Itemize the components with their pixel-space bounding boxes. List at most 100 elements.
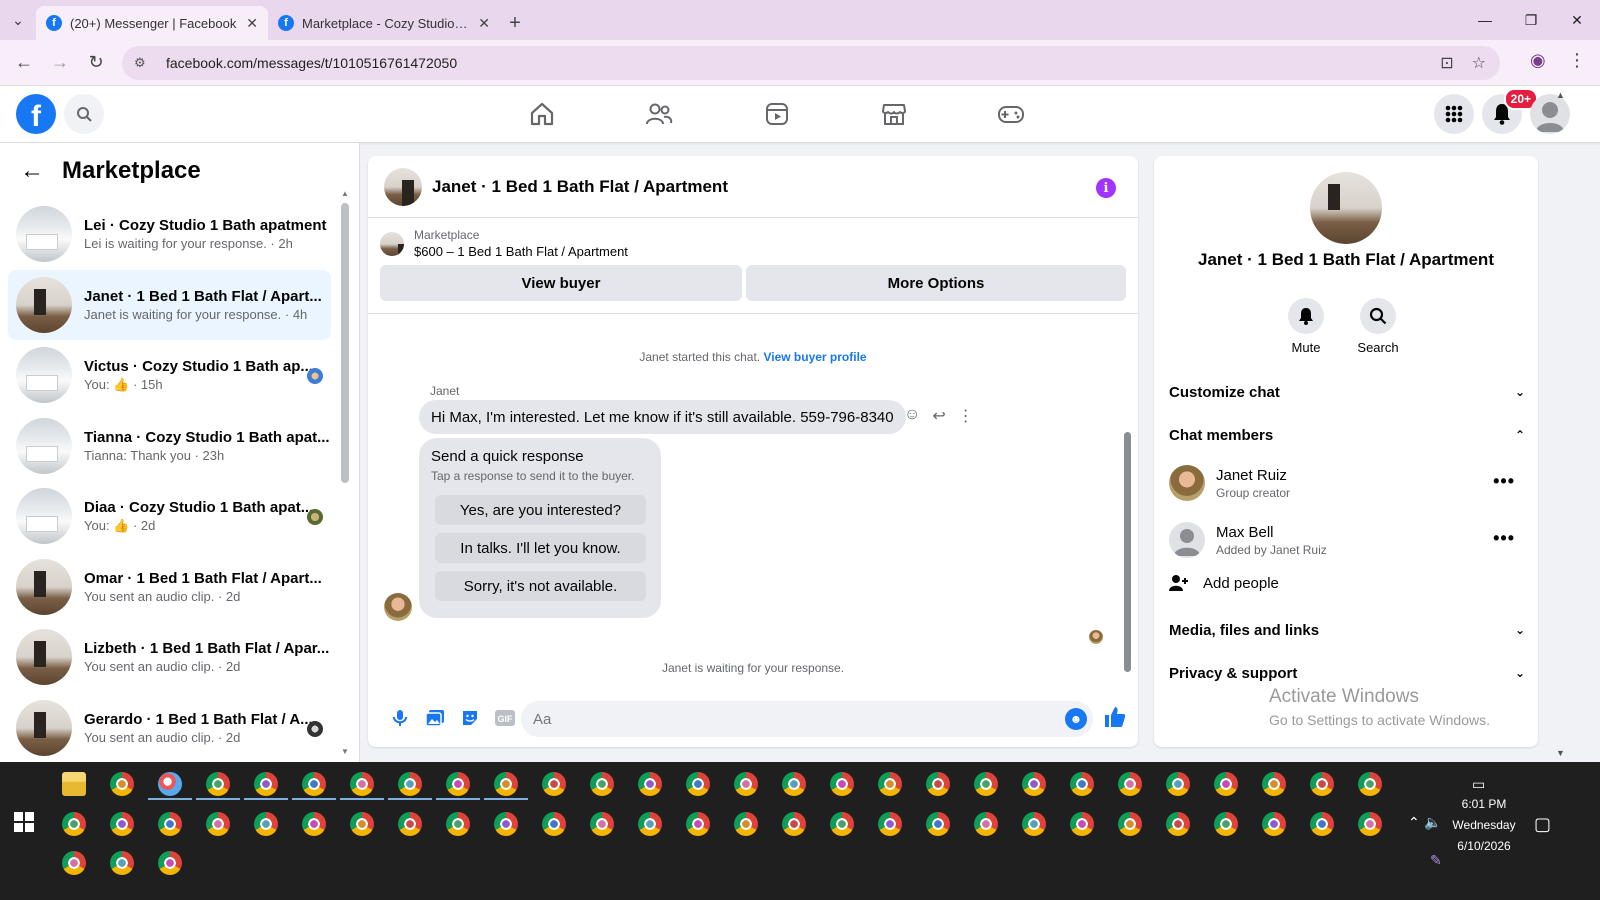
browser-menu-icon[interactable]: ⋮ [1568, 50, 1586, 71]
volume-icon[interactable]: 🔈 [1424, 814, 1441, 831]
chrome-icon[interactable] [590, 812, 614, 836]
chrome-icon[interactable] [686, 812, 710, 836]
chrome-icon[interactable] [494, 812, 518, 836]
chrome-icon[interactable] [638, 772, 662, 796]
chrome-icon[interactable] [110, 772, 134, 796]
chrome-icon[interactable] [1166, 772, 1190, 796]
back-arrow-icon[interactable]: ← [20, 157, 44, 185]
chrome-icon[interactable] [110, 851, 134, 875]
listing-price-title[interactable]: $600 – 1 Bed 1 Bath Flat / Apartment [414, 244, 628, 259]
chrome-icon[interactable] [254, 772, 278, 796]
chrome-icon[interactable] [782, 812, 806, 836]
chrome-icon[interactable] [734, 812, 758, 836]
chrome-icon[interactable] [1118, 812, 1142, 836]
scroll-down-arrow-icon[interactable]: ▼ [341, 747, 349, 756]
taskbar-clock[interactable]: 6:01 PM Wednesday 6/10/2026 [1444, 794, 1524, 857]
chrome-icon[interactable] [254, 812, 278, 836]
chrome-icon[interactable] [1214, 812, 1238, 836]
more-vertical-icon[interactable]: ⋮ [958, 406, 974, 426]
media-files-section[interactable]: Media, files and links ⌄ [1169, 612, 1525, 648]
chrome-icon[interactable] [1022, 812, 1046, 836]
conversation-item[interactable]: Victus · Cozy Studio 1 Bath ap... You: 👍 … [8, 340, 331, 411]
info-icon[interactable]: i [1096, 178, 1116, 198]
add-people-button[interactable]: Add people [1169, 574, 1279, 592]
microphone-icon[interactable] [382, 703, 417, 733]
notifications-button[interactable]: 20+ [1482, 88, 1538, 134]
minimize-icon[interactable]: — [1462, 0, 1508, 40]
chrome-icon[interactable] [830, 812, 854, 836]
tab-marketplace[interactable]: f Marketplace - Cozy Studio 1 Ba ✕ [268, 6, 500, 40]
chrome-icon[interactable] [878, 772, 902, 796]
view-buyer-button[interactable]: View buyer [380, 265, 742, 301]
sender-avatar[interactable] [384, 593, 412, 621]
chrome-icon[interactable] [1166, 812, 1190, 836]
facebook-logo-icon[interactable]: f [16, 94, 56, 134]
restore-icon[interactable]: ❐ [1508, 0, 1554, 40]
chrome-icon[interactable] [686, 772, 710, 796]
more-options-button[interactable]: More Options [746, 265, 1126, 301]
page-scroll-down-icon[interactable]: ▼ [1556, 748, 1565, 758]
chrome-icon[interactable] [590, 772, 614, 796]
chrome-icon[interactable] [1262, 772, 1286, 796]
chrome-icon[interactable] [62, 851, 86, 875]
message-input[interactable] [521, 701, 1093, 737]
chrome-icon[interactable] [1310, 812, 1334, 836]
member-row[interactable]: Janet Ruiz Group creator ••• [1169, 457, 1525, 509]
mute-button[interactable]: Mute [1286, 298, 1326, 355]
chrome-icon[interactable] [206, 812, 230, 836]
listing-thumbnail[interactable] [380, 231, 404, 256]
forward-arrow-icon[interactable]: → [42, 45, 78, 81]
chrome-icon[interactable] [926, 812, 950, 836]
home-icon[interactable] [528, 100, 556, 128]
conversation-item[interactable]: Gerardo · 1 Bed 1 Bath Flat / A... You se… [8, 693, 331, 764]
notifications-chat-icon[interactable]: ▢ [1534, 814, 1551, 835]
chrome-icon[interactable] [350, 812, 374, 836]
quick-response-yes-button[interactable]: Yes, are you interested? [435, 495, 646, 525]
video-icon[interactable] [763, 100, 791, 128]
chrome-icon[interactable] [1358, 812, 1382, 836]
chrome-icon[interactable] [1310, 772, 1334, 796]
chrome-icon[interactable] [1358, 772, 1382, 796]
address-bar[interactable]: ⚙ facebook.com/messages/t/10105167614720… [122, 46, 1500, 80]
chrome-icon[interactable] [782, 772, 806, 796]
chrome-icon[interactable] [302, 812, 326, 836]
chrome-icon[interactable] [1022, 772, 1046, 796]
chrome-icon[interactable] [974, 812, 998, 836]
account-avatar-button[interactable] [1530, 94, 1570, 134]
chrome-icon[interactable] [446, 812, 470, 836]
quick-response-not-available-button[interactable]: Sorry, it's not available. [435, 571, 646, 601]
marketplace-icon[interactable] [880, 100, 908, 128]
chrome-icon[interactable] [398, 812, 422, 836]
windows-start-icon[interactable] [14, 812, 34, 832]
close-tab-icon[interactable]: ✕ [246, 15, 258, 32]
conversation-item[interactable]: Tianna · Cozy Studio 1 Bath apat... Tiann… [8, 411, 331, 482]
tab-search-chevron-icon[interactable]: ⌄ [0, 0, 36, 40]
chrome-icon[interactable] [974, 772, 998, 796]
chrome-icon[interactable] [926, 772, 950, 796]
chrome-icon[interactable] [734, 772, 758, 796]
emoji-icon[interactable]: ☻ [1065, 708, 1087, 730]
chrome-icon[interactable] [446, 772, 470, 796]
thumbs-up-icon[interactable] [1104, 706, 1126, 733]
menu-grid-button[interactable] [1434, 94, 1474, 134]
sticker-icon[interactable] [452, 703, 487, 733]
photo-icon[interactable] [417, 703, 452, 733]
listing-avatar[interactable] [384, 167, 422, 206]
chrome-icon[interactable] [302, 772, 326, 796]
close-window-icon[interactable]: ✕ [1554, 0, 1600, 40]
show-hidden-icons-chevron-icon[interactable]: ⌃ [1408, 814, 1420, 831]
chrome-icon[interactable] [638, 812, 662, 836]
chat-scrollbar[interactable] [1124, 432, 1131, 672]
chrome-icon[interactable] [398, 772, 422, 796]
chrome-icon[interactable] [62, 812, 86, 836]
site-settings-icon[interactable]: ⚙ [134, 55, 156, 71]
quick-response-talks-button[interactable]: In talks. I'll let you know. [435, 533, 646, 563]
browser-profile-icon[interactable]: ◉ [1530, 50, 1546, 71]
pen-icon[interactable]: ✎ [1430, 852, 1442, 869]
chrome-icon[interactable] [542, 772, 566, 796]
member-row[interactable]: Max Bell Added by Janet Ruiz ••• [1169, 514, 1525, 566]
conversation-item[interactable]: Lei · Cozy Studio 1 Bath apatment Lei is … [8, 199, 331, 270]
customize-chat-section[interactable]: Customize chat ⌄ [1169, 374, 1525, 410]
more-horizontal-icon[interactable]: ••• [1493, 471, 1515, 492]
file-explorer-icon[interactable] [62, 772, 86, 796]
